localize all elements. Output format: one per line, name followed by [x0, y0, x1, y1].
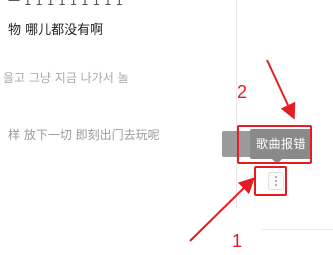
arrow-to-more-icon — [189, 177, 255, 242]
annotation-number-2: 2 — [237, 82, 248, 102]
arrow-to-report-icon — [266, 59, 296, 120]
annotation-arrows — [189, 59, 296, 242]
annotation-number-1: 1 — [232, 231, 243, 251]
